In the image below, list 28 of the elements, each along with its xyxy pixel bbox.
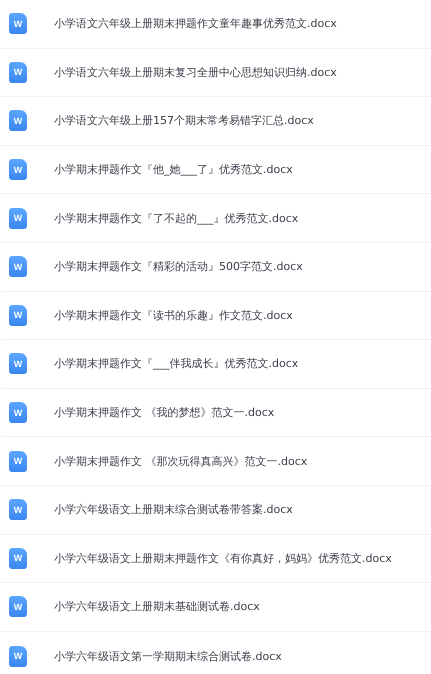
- word-document-icon: W: [9, 548, 27, 569]
- file-name[interactable]: 小学语文六年级上册期末复习全册中心思想知识归纳.docx: [54, 64, 337, 80]
- file-name[interactable]: 小学期末押题作文『精彩的活动』500字范文.docx: [54, 259, 303, 274]
- word-document-icon: W: [9, 110, 27, 132]
- file-name[interactable]: 小学期末押题作文『了不起的___』优秀范文.docx: [54, 210, 298, 226]
- file-name[interactable]: 小学六年级语文第一学期期末综合测试卷.docx: [54, 648, 282, 664]
- file-name[interactable]: 小学期末押题作文『读书的乐趣』作文范文.docx: [54, 308, 293, 323]
- file-name[interactable]: 小学语文六年级上册期末押题作文童年趣事优秀范文.docx: [54, 16, 337, 32]
- file-name[interactable]: 小学六年级语文上册期末基础测试卷.docx: [54, 599, 260, 614]
- file-name[interactable]: 小学语文六年级上册157个期末常考易错字汇总.docx: [54, 113, 314, 128]
- word-document-icon: W: [9, 450, 27, 472]
- word-document-icon: W: [9, 353, 27, 374]
- file-name[interactable]: 小学期末押题作文 《那次玩得真高兴》范文一.docx: [54, 454, 308, 469]
- word-document-icon: W: [9, 304, 27, 326]
- word-document-icon: W: [9, 13, 27, 34]
- word-document-icon: W: [9, 159, 27, 180]
- word-document-icon: W: [9, 62, 27, 83]
- word-document-icon: W: [9, 499, 27, 520]
- file-name[interactable]: 小学六年级语文上册期末押题作文《有你真好，妈妈》优秀范文.docx: [54, 550, 392, 566]
- file-name[interactable]: 小学期末押题作文『他_她___了』优秀范文.docx: [54, 162, 293, 178]
- word-document-icon: W: [9, 256, 27, 278]
- file-name[interactable]: 小学期末押题作文 《我的梦想》范文一.docx: [54, 405, 274, 420]
- word-document-icon: W: [9, 402, 27, 424]
- file-name[interactable]: 小学六年级语文上册期末综合测试卷带答案.docx: [54, 502, 293, 518]
- word-document-icon: W: [9, 208, 27, 229]
- word-document-icon: W: [9, 646, 27, 667]
- word-document-icon: W: [9, 596, 27, 618]
- file-name[interactable]: 小学期末押题作文『___伴我成长』优秀范文.docx: [54, 356, 298, 372]
